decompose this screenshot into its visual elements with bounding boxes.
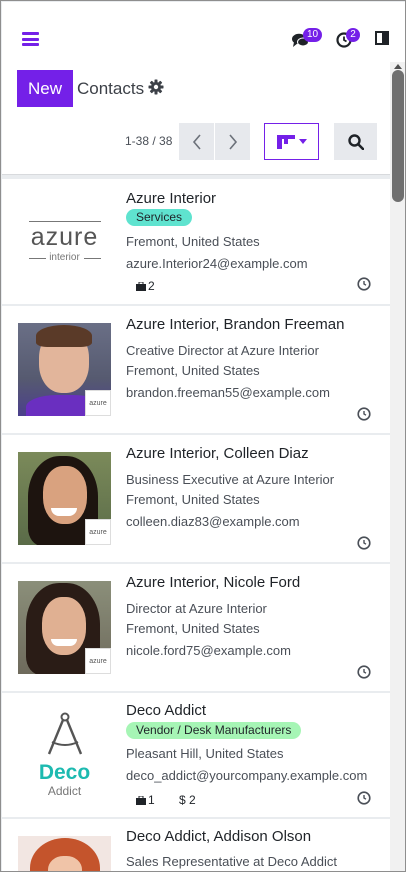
contact-avatar: azure [18, 581, 111, 674]
card-location: Fremont, United States [126, 363, 260, 378]
contact-card[interactable]: azure Azure Interior, Nicole Ford Direct… [2, 564, 390, 691]
meetings-count: 2 [148, 279, 155, 293]
activity-clock-icon[interactable] [357, 277, 371, 291]
half-square-icon [375, 31, 389, 45]
card-location: Fremont, United States [126, 492, 260, 507]
caret-down-icon [298, 138, 307, 144]
contact-card[interactable]: azure interior Azure Interior Services F… [2, 179, 390, 304]
card-title: Azure Interior, Brandon Freeman [126, 316, 345, 333]
control-panel: New Contacts 1-38 / 38 [2, 62, 390, 175]
company-mini-logo: azure [85, 519, 111, 545]
activity-clock-icon[interactable] [357, 407, 371, 421]
card-location: Fremont, United States [126, 234, 260, 249]
menu-icon[interactable] [22, 32, 39, 46]
card-email: colleen.diaz83@example.com [126, 514, 300, 529]
company-mini-logo: azure [85, 390, 111, 416]
compass-icon [47, 712, 83, 755]
contact-card[interactable]: Deco Addict, Addison Olson Sales Represe… [2, 819, 390, 871]
gear-icon[interactable] [148, 79, 164, 95]
tag-badge[interactable]: Vendor / Desk Manufacturers [126, 722, 302, 739]
tag-badge[interactable]: Services [126, 209, 193, 226]
contact-card[interactable]: Deco Addict Deco Addict Vendor / Desk Ma… [2, 693, 390, 817]
card-title: Azure Interior, Nicole Ford [126, 574, 301, 591]
company-logo: Deco Addict [18, 710, 111, 803]
contact-avatar: azure [18, 452, 111, 545]
theme-toggle[interactable] [375, 31, 389, 50]
search-button[interactable] [334, 123, 377, 160]
logo-text: Deco [38, 761, 91, 784]
briefcase-icon [136, 281, 146, 291]
meetings-stat[interactable]: 1 [136, 793, 155, 807]
pager-value[interactable]: 1-38 / 38 [125, 134, 172, 148]
card-location: Fremont, United States [126, 621, 260, 636]
logo-text: azure [30, 223, 99, 251]
card-title: Deco Addict [126, 702, 207, 719]
chevron-left-icon [192, 133, 201, 150]
view-switcher-button[interactable] [264, 123, 319, 160]
activity-clock-icon[interactable] [357, 536, 371, 550]
scrollbar-thumb[interactable] [392, 70, 404, 202]
card-function: Sales Representative at Deco Addict [126, 854, 338, 869]
card-title: Azure Interior [126, 190, 217, 207]
breadcrumb: Contacts [77, 79, 145, 98]
app-frame: 10 2 New Contacts 1-38 / 38 azure interi… [0, 0, 406, 872]
briefcase-icon [136, 795, 146, 805]
new-button[interactable]: New [17, 70, 73, 107]
messages-badge: 10 [303, 28, 323, 42]
pager-next-button[interactable] [215, 123, 250, 160]
card-email: nicole.ford75@example.com [126, 643, 291, 658]
card-title: Azure Interior, Colleen Diaz [126, 445, 309, 462]
card-email: azure.Interior24@example.com [126, 256, 308, 271]
card-function: Business Executive at Azure Interior [126, 472, 335, 487]
search-icon [347, 133, 364, 150]
meetings-count: 1 [148, 793, 155, 807]
scroll-up-arrow[interactable] [394, 64, 402, 69]
meetings-stat[interactable]: 2 [136, 279, 155, 293]
card-title: Deco Addict, Addison Olson [126, 828, 312, 845]
sales-value: $ 2 [179, 793, 196, 807]
company-logo: azure interior [18, 195, 111, 288]
chevron-right-icon [228, 133, 237, 150]
activity-clock-icon[interactable] [357, 665, 371, 679]
logo-subtext: Addict [47, 784, 82, 798]
activities-badge: 2 [346, 28, 360, 42]
messages-button[interactable]: 10 [291, 28, 323, 53]
kanban-icon [276, 134, 295, 149]
card-email: brandon.freeman55@example.com [126, 385, 330, 400]
card-function: Director at Azure Interior [126, 601, 267, 616]
card-location: Pleasant Hill, United States [126, 746, 284, 761]
contact-card[interactable]: azure Azure Interior, Colleen Diaz Busin… [2, 435, 390, 562]
activities-button[interactable]: 2 [336, 28, 360, 53]
pager-previous-button[interactable] [179, 123, 214, 160]
top-navbar: 10 2 [2, 2, 405, 62]
company-mini-logo: azure [85, 648, 111, 674]
card-function: Creative Director at Azure Interior [126, 343, 319, 358]
card-email: deco_addict@yourcompany.example.com [126, 768, 368, 783]
contact-card[interactable]: azure Azure Interior, Brandon Freeman Cr… [2, 306, 390, 433]
activity-clock-icon[interactable] [357, 791, 371, 805]
contact-avatar: azure [18, 323, 111, 416]
contact-avatar [18, 836, 111, 871]
sales-stat[interactable]: $ 2 [179, 793, 196, 807]
